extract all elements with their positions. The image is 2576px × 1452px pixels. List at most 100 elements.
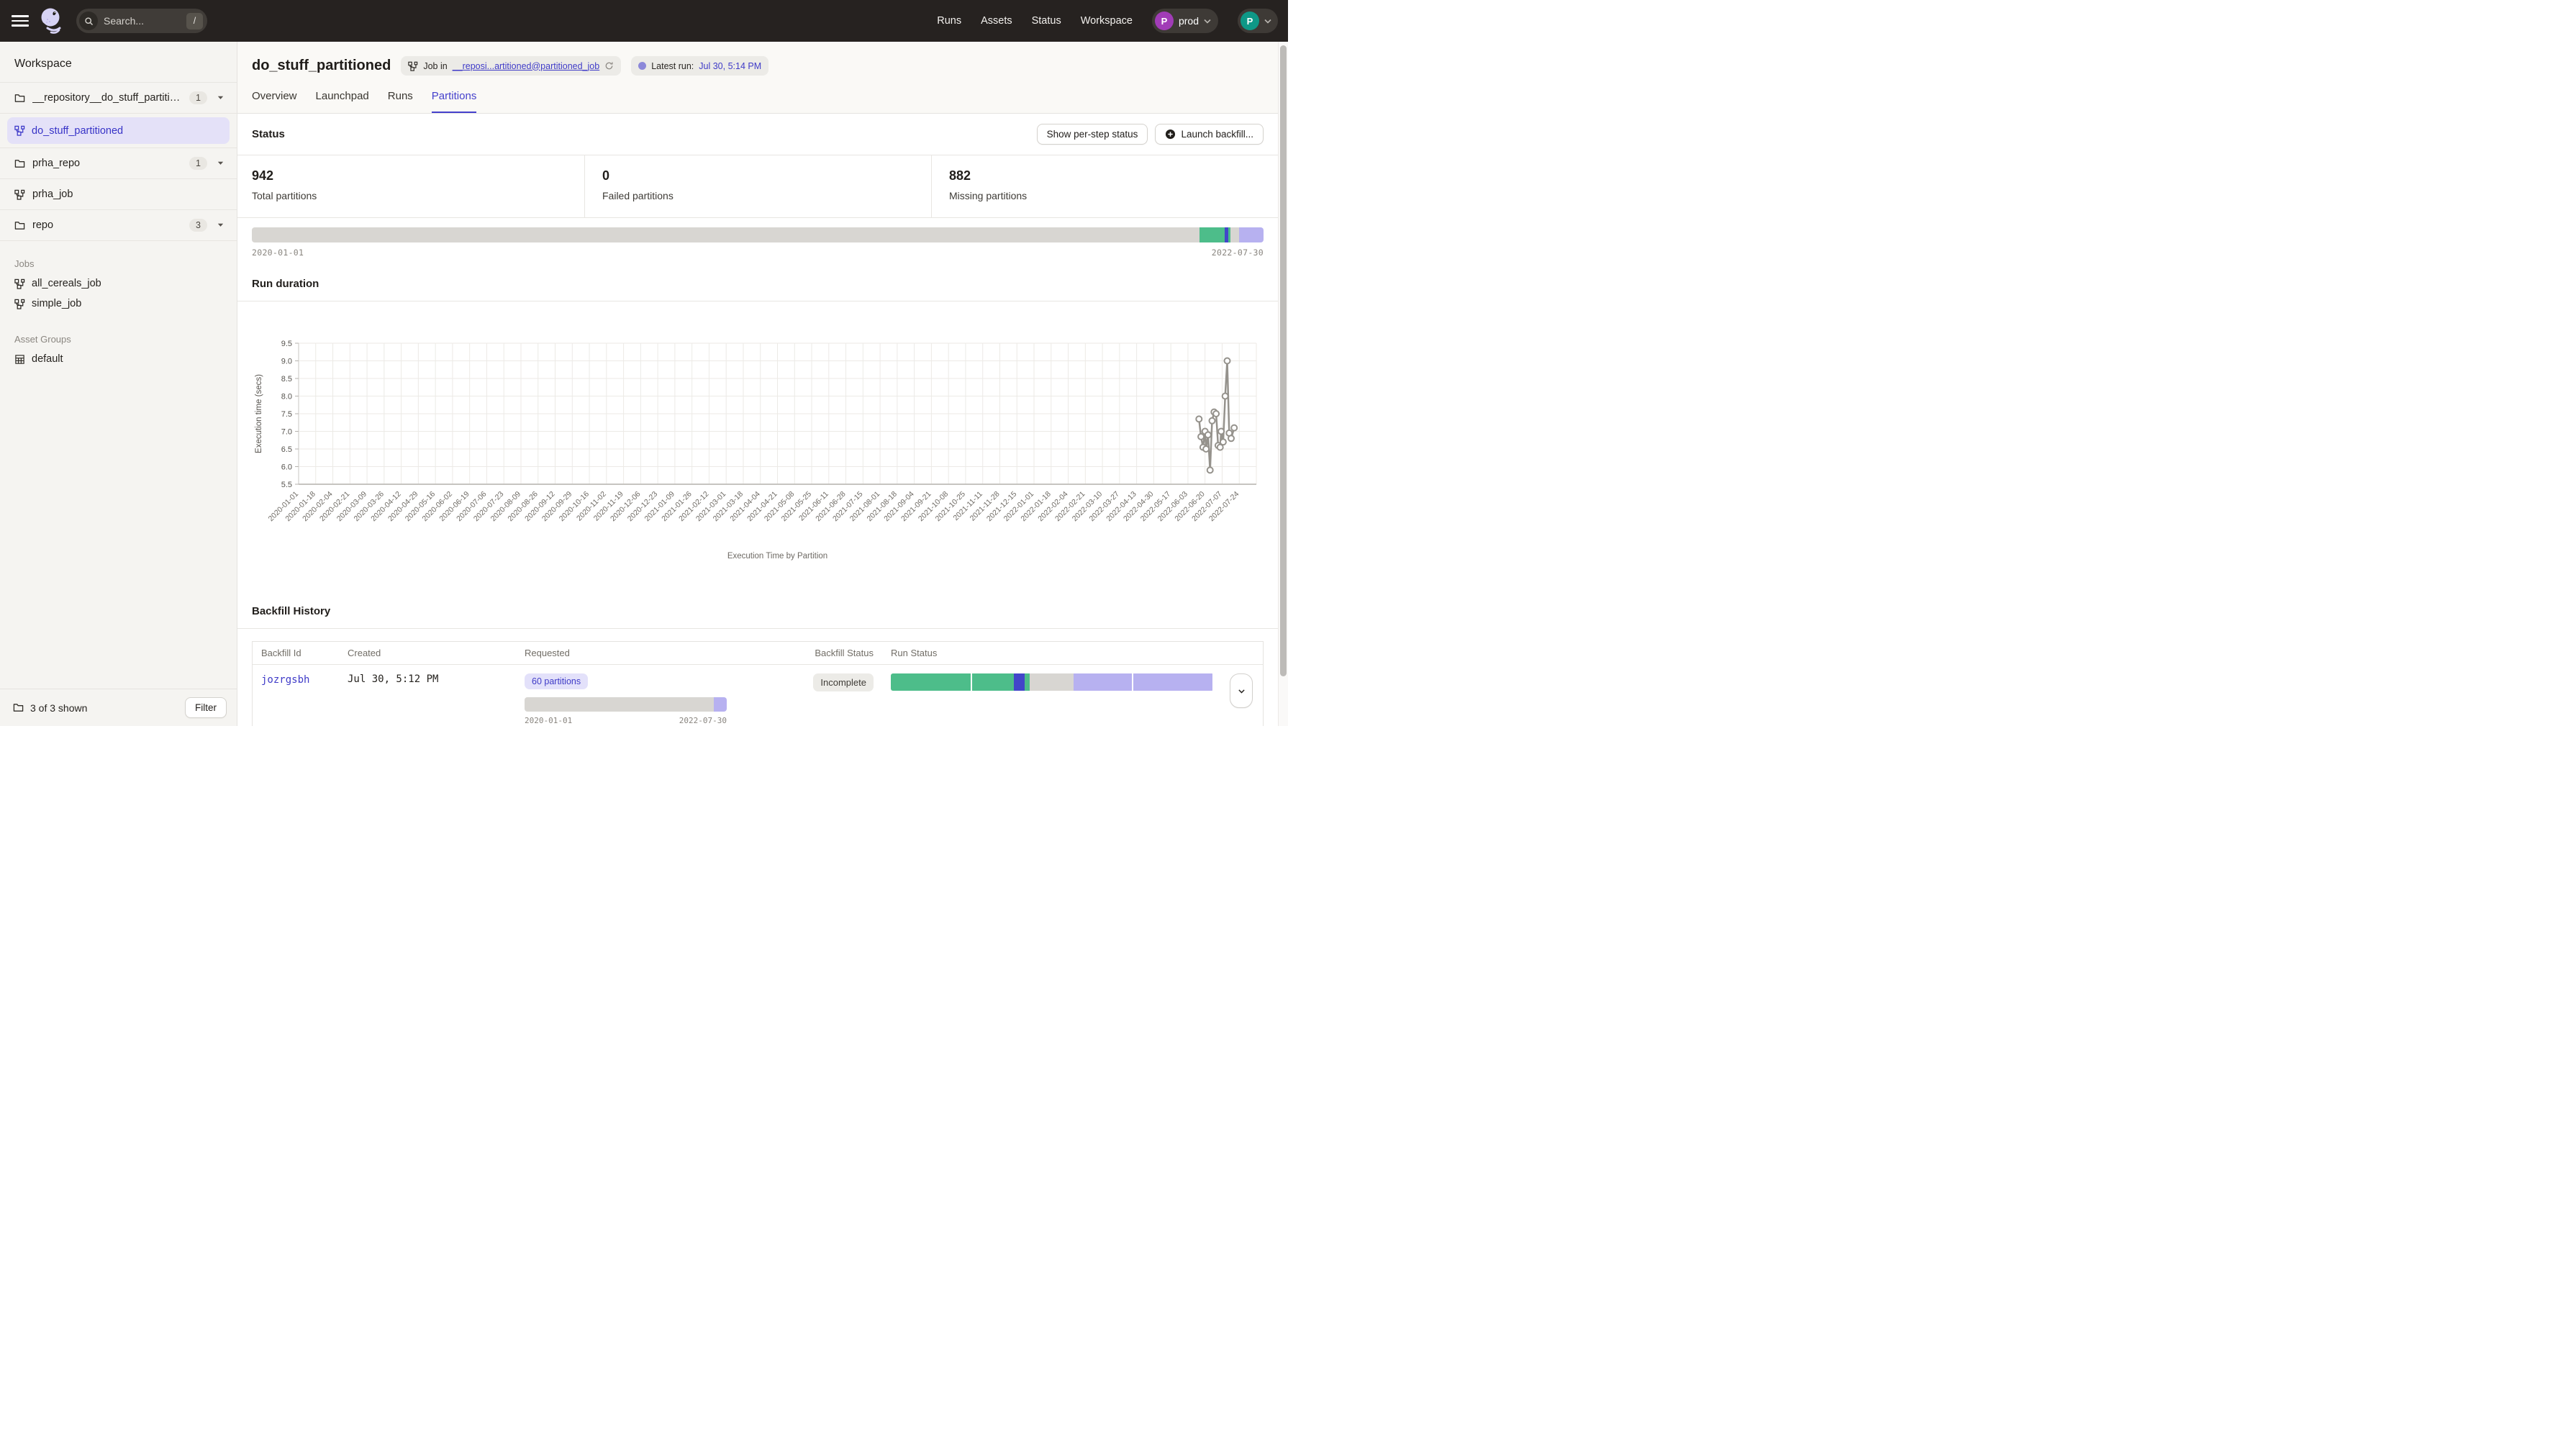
job-origin-link[interactable]: __reposi...artitioned@partitioned_job [453, 61, 600, 71]
backfill-created: Jul 30, 5:12 PM [339, 665, 516, 726]
partition-range-end: 2022-07-30 [1212, 248, 1264, 258]
deployment-switcher[interactable]: P prod [1152, 9, 1218, 33]
plus-circle-icon [1165, 129, 1176, 140]
deployment-label: prod [1179, 15, 1199, 27]
sidebar-item-do_stuff_partitioned[interactable]: do_stuff_partitioned [7, 117, 230, 144]
run-status-dot-icon [638, 62, 646, 70]
requested-partitions-badge[interactable]: 60 partitions [525, 673, 588, 689]
column-header-backfill-status: Backfill Status [735, 642, 882, 664]
sidebar-item-all_cereals_job[interactable]: all_cereals_job [0, 273, 237, 294]
latest-run-time-link[interactable]: Jul 30, 5:14 PM [699, 61, 761, 71]
column-header-requested: Requested [516, 642, 735, 664]
column-header-created: Created [339, 642, 516, 664]
search-shortcut-key: / [186, 13, 203, 30]
expand-row-button[interactable] [1230, 673, 1253, 708]
show-per-step-status-button[interactable]: Show per-step status [1037, 124, 1148, 145]
dagster-app: Search... / Runs Assets Status Workspace P … [0, 0, 1288, 726]
stat-label: Total partitions [252, 190, 584, 201]
svg-text:7.0: 7.0 [281, 428, 292, 437]
stat-total-partitions: 942Total partitions [237, 155, 584, 217]
run-status-bar[interactable] [891, 673, 1214, 691]
stat-label: Failed partitions [602, 190, 931, 201]
nav-link-workspace[interactable]: Workspace [1081, 15, 1133, 27]
svg-text:Execution time (secs): Execution time (secs) [255, 374, 263, 453]
chevron-down-icon [1264, 19, 1271, 24]
tab-overview[interactable]: Overview [252, 90, 297, 113]
column-header-backfill-id: Backfill Id [253, 642, 339, 664]
stat-label: Missing partitions [949, 190, 1278, 201]
filter-button[interactable]: Filter [185, 697, 227, 718]
nav-link-runs[interactable]: Runs [937, 15, 961, 27]
svg-text:9.5: 9.5 [281, 340, 292, 348]
scrollbar-thumb[interactable] [1280, 45, 1287, 676]
svg-text:8.5: 8.5 [281, 375, 292, 384]
caret-down-icon[interactable] [214, 95, 227, 101]
bar-segment [1014, 673, 1025, 691]
sidebar-item-label: repo [32, 219, 182, 231]
sidebar-item-label: simple_job [32, 298, 81, 309]
job-count-badge: 1 [189, 91, 207, 104]
requested-range-start: 2020-01-01 [525, 716, 572, 725]
user-menu[interactable]: P [1238, 9, 1278, 33]
vertical-scrollbar[interactable] [1278, 42, 1288, 726]
sidebar-item-default[interactable]: default [0, 349, 237, 369]
tab-runs[interactable]: Runs [388, 90, 413, 113]
bar-segment [891, 673, 971, 691]
bar-segment [971, 673, 1014, 691]
job-icon [408, 61, 418, 71]
nav-link-assets[interactable]: Assets [981, 15, 1012, 27]
folder-icon [14, 158, 25, 169]
deployment-avatar: P [1155, 12, 1174, 30]
svg-text:5.5: 5.5 [281, 481, 292, 489]
requested-range-end: 2022-07-30 [679, 716, 727, 725]
search-input[interactable]: Search... / [76, 9, 207, 33]
sidebar-item-label: prha_job [32, 189, 227, 200]
partition-range-start: 2020-01-01 [252, 248, 304, 258]
search-placeholder: Search... [104, 15, 181, 27]
sidebar-item-__repository__do_stuff_partitio[interactable]: __repository__do_stuff_partitio... 1 [0, 83, 237, 114]
bar-segment [1025, 673, 1030, 691]
svg-text:6.5: 6.5 [281, 445, 292, 454]
backfill-id-link[interactable]: jozrgsbh [261, 674, 309, 686]
svg-text:Execution Time by Partition: Execution Time by Partition [727, 552, 827, 561]
bar-segment [714, 697, 727, 712]
job-origin-badge: Job in __reposi...artitioned@partitioned… [401, 56, 621, 76]
job-icon [14, 299, 25, 309]
bar-segment [525, 697, 714, 712]
caret-down-icon[interactable] [214, 222, 227, 228]
table-row: jozrgsbh Jul 30, 5:12 PM 60 partitions 2020… [253, 664, 1263, 726]
sidebar-item-label: all_cereals_job [32, 278, 101, 289]
partition-status-bar[interactable] [252, 227, 1264, 242]
sidebar-item-label: default [32, 353, 63, 365]
partition-status-bar-section: 2020-01-01 2022-07-30 [237, 218, 1278, 263]
status-heading: Status [252, 128, 285, 140]
nav-link-status[interactable]: Status [1032, 15, 1061, 27]
sidebar-item-label: __repository__do_stuff_partitio... [32, 92, 182, 104]
dagster-logo-icon[interactable] [39, 6, 65, 35]
sidebar-section-label: Asset Groups [0, 330, 237, 349]
stat-failed-partitions: 0Failed partitions [584, 155, 931, 217]
refresh-icon[interactable] [604, 61, 614, 71]
sidebar-item-prha_job[interactable]: prha_job [0, 179, 237, 210]
latest-run-prefix: Latest run: [651, 61, 694, 71]
sidebar-item-repo[interactable]: repo3 [0, 210, 237, 241]
tab-launchpad[interactable]: Launchpad [316, 90, 369, 113]
status-section-header: Status Show per-step status Launch backf… [237, 114, 1278, 155]
menu-icon[interactable] [12, 15, 29, 27]
chevron-down-icon [1204, 19, 1211, 24]
run-duration-heading: Run duration [237, 263, 1278, 301]
sidebar-title: Workspace [0, 42, 237, 82]
stat-value: 882 [949, 168, 1278, 183]
launch-backfill-button[interactable]: Launch backfill... [1155, 124, 1264, 145]
sidebar-item-label: do_stuff_partitioned [32, 125, 123, 137]
sidebar-item-prha_repo[interactable]: prha_repo1 [0, 148, 237, 179]
backfill-history-table: Backfill IdCreatedRequestedBackfill Stat… [252, 641, 1264, 726]
user-avatar: P [1241, 12, 1259, 30]
svg-text:9.0: 9.0 [281, 358, 292, 366]
run-duration-chart: 5.56.06.57.07.58.08.59.09.52020-01-01202… [237, 301, 1278, 589]
tab-partitions[interactable]: Partitions [432, 90, 477, 113]
column-header-empty [1223, 642, 1263, 664]
bar-segment [1230, 227, 1240, 242]
sidebar-item-simple_job[interactable]: simple_job [0, 294, 237, 314]
caret-down-icon[interactable] [214, 160, 227, 166]
